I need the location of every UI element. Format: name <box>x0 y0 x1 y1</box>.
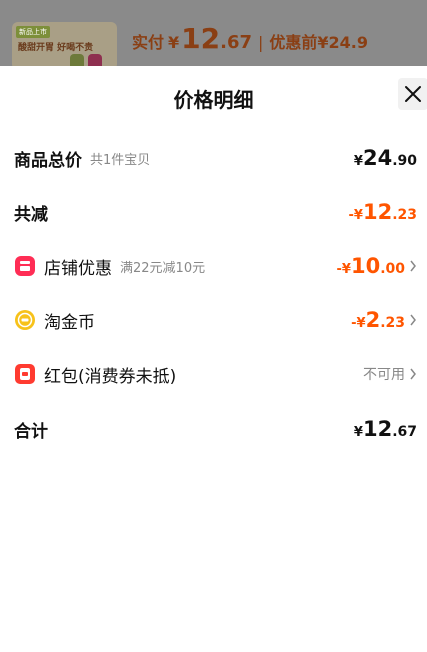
product-thumbnail: 新品上市 酸甜开胃 好喝不贵 <box>12 22 117 66</box>
currency-symbol: -¥ <box>348 208 363 223</box>
price-separator: | <box>258 33 264 52</box>
amount-integer: 2 <box>365 308 381 332</box>
amount-decimal: .90 <box>392 153 417 169</box>
shop-discount-label: 店铺优惠 <box>44 258 112 279</box>
amount-decimal: .67 <box>392 424 417 440</box>
paid-decimal: .67 <box>220 32 253 53</box>
red-packet-label: 红包(消费券未抵) <box>44 366 177 387</box>
bottle-image <box>70 54 84 66</box>
shop-discount-rule: 满22元减10元 <box>120 260 206 276</box>
total-price-row: 商品总价 共1件宝贝 ¥ 24 .90 <box>0 138 427 178</box>
price-detail-page: 新品上市 酸甜开胃 好喝不贵 实付 ¥ 12 .67 | 优惠前¥24.9 价格… <box>0 0 427 652</box>
chevron-right-icon <box>409 368 417 380</box>
amount-integer: 24 <box>362 146 393 170</box>
shop-icon <box>14 255 36 277</box>
coins-row[interactable]: 淘金币 -¥ 2 .23 <box>0 300 427 340</box>
shop-discount-row[interactable]: 店铺优惠 满22元减10元 -¥ 10 .00 <box>0 246 427 286</box>
currency-symbol: ¥ <box>353 425 363 440</box>
total-price-label: 商品总价 <box>14 150 82 171</box>
price-detail-sheet: 价格明细 商品总价 共1件宝贝 ¥ 24 .90 共减 -¥ 12 .23 店铺… <box>0 66 427 652</box>
red-packet-icon <box>14 363 36 385</box>
order-summary-bar: 新品上市 酸甜开胃 好喝不贵 实付 ¥ 12 .67 | 优惠前¥24.9 <box>0 0 427 66</box>
paid-integer: 12 <box>181 22 221 55</box>
paid-price: 实付 ¥ 12 .67 | 优惠前¥24.9 <box>132 22 368 58</box>
chevron-right-icon <box>409 314 417 326</box>
sum-label: 合计 <box>14 421 48 442</box>
amount-decimal: .00 <box>380 261 405 277</box>
bottle-image <box>88 54 102 66</box>
paid-label: 实付 <box>132 33 165 52</box>
total-reduction-row: 共减 -¥ 12 .23 <box>0 192 427 232</box>
coins-amount: -¥ 2 .23 <box>351 308 405 332</box>
sum-amount: ¥ 12 .67 <box>354 417 417 441</box>
amount-integer: 12 <box>362 417 393 441</box>
amount-decimal: .23 <box>380 315 405 331</box>
coins-label: 淘金币 <box>44 312 95 333</box>
sum-row: 合计 ¥ 12 .67 <box>0 409 427 449</box>
thumbnail-text: 酸甜开胃 好喝不贵 <box>18 43 94 53</box>
close-icon <box>405 86 421 102</box>
thumbnail-tag: 新品上市 <box>16 26 50 38</box>
chevron-right-icon <box>409 260 417 272</box>
paid-currency: ¥ <box>168 33 180 52</box>
total-reduction-amount: -¥ 12 .23 <box>349 200 418 224</box>
shop-discount-amount: -¥ 10 .00 <box>337 254 406 278</box>
sheet-title: 价格明细 <box>173 88 254 112</box>
red-packet-row[interactable]: 红包(消费券未抵) 不可用 <box>0 354 427 394</box>
total-reduction-label: 共减 <box>14 204 48 225</box>
close-button[interactable] <box>398 78 427 110</box>
total-price-amount: ¥ 24 .90 <box>354 146 417 170</box>
item-count: 共1件宝贝 <box>90 152 151 168</box>
price-before-discount: 优惠前¥24.9 <box>269 33 369 52</box>
currency-symbol: -¥ <box>336 262 351 277</box>
currency-symbol: -¥ <box>351 316 366 331</box>
amount-integer: 12 <box>362 200 393 224</box>
currency-symbol: ¥ <box>353 154 363 169</box>
red-packet-status: 不可用 <box>363 367 405 383</box>
amount-decimal: .23 <box>392 207 417 223</box>
coin-icon <box>14 309 36 331</box>
amount-integer: 10 <box>350 254 381 278</box>
